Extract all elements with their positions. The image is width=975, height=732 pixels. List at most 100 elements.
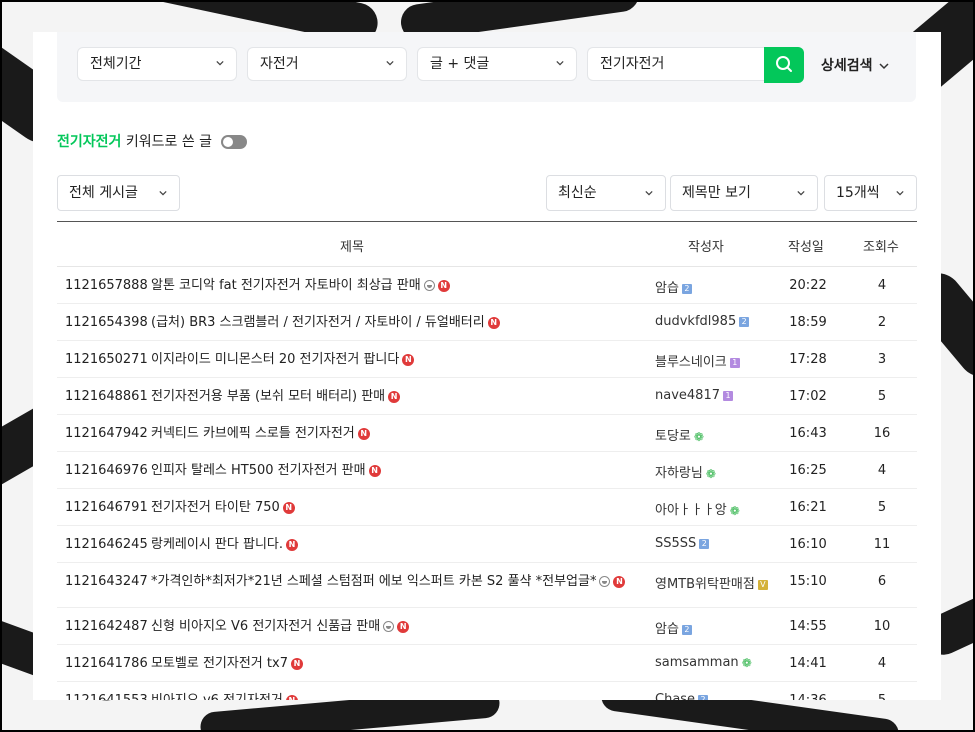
view-count: 4 xyxy=(877,463,887,478)
author-name[interactable]: 토당로 xyxy=(655,429,691,444)
scope-dropdown[interactable]: 글 + 댓글 xyxy=(417,47,577,81)
page-size-dropdown[interactable]: 15개씩 xyxy=(824,175,917,211)
image-attached-icon xyxy=(383,621,395,632)
post-date: 14:36 xyxy=(773,693,843,700)
post-date: 15:10 xyxy=(789,574,827,589)
new-badge-icon: N xyxy=(613,575,626,588)
new-badge-icon: N xyxy=(388,390,401,403)
article-title-link[interactable]: 알톤 코디악 fat 전기자전거 자토바이 최상급 판매 xyxy=(151,278,421,293)
author-name[interactable]: dudvkfdl985 xyxy=(655,314,736,329)
table-row[interactable]: 1121657888 알톤 코디악 fat 전기자전거 자토바이 최상급 판매 N 암… xyxy=(57,267,917,304)
article-title-cell: 비아지오 v6 전기자전거N xyxy=(151,692,645,700)
article-title-link[interactable]: 비아지오 v6 전기자전거 xyxy=(151,693,283,700)
image-attached-icon xyxy=(599,576,611,587)
sort-dropdown[interactable]: 최신순 xyxy=(546,175,666,211)
author-name[interactable]: samsamman xyxy=(655,655,739,670)
table-row[interactable]: 1121643247 *가격인하*최저가*21년 스페셜 스텀점퍼 에보 익스퍼트… xyxy=(57,563,917,608)
author-name[interactable]: Chase xyxy=(655,692,695,700)
author-cell: 아아ㅏㅏㅏ앙 ❁ xyxy=(655,499,740,518)
member-level-icon: 2 xyxy=(739,316,750,327)
author-name[interactable]: SS5SS xyxy=(655,536,696,551)
table-row[interactable]: 1121641786 모토벨로 전기자전거 tx7 Nsamsamman ❁ 14:41… xyxy=(57,645,917,682)
member-level-icon: 1 xyxy=(729,357,740,368)
table-row[interactable]: 1121650271 이지라이드 미니몬스터 20 전기자전거 팝니다 N 블루스네이… xyxy=(57,341,917,378)
new-badge-icon: N xyxy=(286,538,298,551)
board-filter-dropdown[interactable]: 전체 게시글 xyxy=(57,175,180,211)
header-author: 작성자 xyxy=(688,240,724,255)
article-number: 1121646245 xyxy=(65,537,148,552)
author-name[interactable]: 암습 xyxy=(655,622,679,637)
table-row[interactable]: 1121641553비아지오 v6 전기자전거N Chase2 14:36 5 xyxy=(57,682,917,700)
article-title-link[interactable]: 전기자전거 타이탄 750 xyxy=(151,500,280,515)
view-mode-dropdown[interactable]: 제목만 보기 xyxy=(670,175,818,211)
post-date: 20:22 xyxy=(789,278,827,293)
table-row[interactable]: 1121646245 랑케레이시 판다 팝니다. N SS5SS 2 16:10 11 xyxy=(57,526,917,563)
table-row[interactable]: 1121647942 커넥티드 카브에픽 스로틀 전기자전거 N 토당로 ❁ 16:43 1… xyxy=(57,415,917,452)
author-name[interactable]: nave4817 xyxy=(655,388,720,403)
table-row[interactable]: 1121654398 (급처) BR3 스크램블러 / 전기자전거 / 자토바이 … xyxy=(57,304,917,341)
view-count: 16 xyxy=(873,426,891,441)
article-number: 1121647942 xyxy=(65,426,148,441)
new-badge-icon: N xyxy=(402,353,415,366)
search-input[interactable]: 전기자전거 xyxy=(587,47,765,81)
new-badge-icon: N xyxy=(357,427,370,440)
search-button[interactable] xyxy=(764,47,804,83)
article-title-link[interactable]: *가격인하*최저가*21년 스페셜 스텀점퍼 에보 익스퍼트 카본 S2 풀샥 … xyxy=(151,574,596,589)
article-title-link[interactable]: 인피자 탈레스 HT500 전기자전거 판매 xyxy=(151,463,366,478)
article-title-link[interactable]: 커넥티드 카브에픽 스로틀 전기자전거 xyxy=(151,426,355,441)
author-cell: 암습 2 xyxy=(655,618,692,637)
new-badge-icon: N xyxy=(285,694,298,700)
view-count: 4 xyxy=(877,656,887,671)
article-title-cell: 인피자 탈레스 HT500 전기자전거 판매 N xyxy=(151,462,645,479)
table-row[interactable]: 1121646791 전기자전거 타이탄 750 N 아아ㅏㅏㅏ앙 ❁ 16:21 5 xyxy=(57,489,917,526)
article-table: 제목 작성자 작성일 조회수 1121657888 알톤 코디악 fat 전기자전… xyxy=(57,221,917,700)
member-level-icon: 2 xyxy=(699,538,710,549)
view-count: 5 xyxy=(877,389,887,404)
author-cell: 암습 2 xyxy=(655,277,692,296)
advanced-search-toggle[interactable]: 상세검색 xyxy=(821,55,889,75)
post-date: 16:10 xyxy=(789,537,827,552)
view-count: 11 xyxy=(873,537,891,552)
new-badge-icon: N xyxy=(290,657,303,670)
image-attached-icon xyxy=(423,280,435,291)
author-cell: 자하랑님 ❁ xyxy=(655,462,716,481)
sprout-level-icon: ❁ xyxy=(729,503,740,518)
table-row[interactable]: 1121648861 전기자전거용 부품 (보쉬 모터 배터리) 판매 Nnave4… xyxy=(57,378,917,415)
author-name[interactable]: 블루스네이크 xyxy=(655,355,727,370)
article-title-link[interactable]: 이지라이드 미니몬스터 20 전기자전거 팝니다 xyxy=(151,352,399,367)
view-count: 5 xyxy=(877,500,887,515)
view-count: 10 xyxy=(873,619,891,634)
author-name[interactable]: 영MTB위탁판매점 xyxy=(655,577,755,592)
chevron-down-icon xyxy=(386,60,394,66)
author-name[interactable]: 아아ㅏㅏㅏ앙 xyxy=(655,503,727,518)
period-dropdown-label: 전체기간 xyxy=(90,56,142,72)
author-name[interactable]: 자하랑님 xyxy=(655,466,703,481)
chevron-down-icon xyxy=(797,190,805,196)
author-cell: Chase 2 xyxy=(655,692,709,700)
table-row[interactable]: 1121646976 인피자 탈레스 HT500 전기자전거 판매 N 자하랑님 ❁ 16… xyxy=(57,452,917,489)
period-dropdown[interactable]: 전체기간 xyxy=(77,47,237,81)
board-dropdown[interactable]: 자전거 xyxy=(247,47,407,81)
article-title-link[interactable]: (급처) BR3 스크램블러 / 전기자전거 / 자토바이 / 듀얼배터리 xyxy=(151,315,485,330)
article-title-cell: *가격인하*최저가*21년 스페셜 스텀점퍼 에보 익스퍼트 카본 S2 풀샥 … xyxy=(151,573,645,590)
article-title-link[interactable]: 전기자전거용 부품 (보쉬 모터 배터리) 판매 xyxy=(151,389,385,404)
post-date: 18:59 xyxy=(789,315,827,330)
header-date: 작성일 xyxy=(788,240,824,255)
new-badge-icon: N xyxy=(397,620,410,633)
table-row[interactable]: 1121642487 신형 비아지오 V6 전기자전거 신품급 판매 N 암습 2 14:… xyxy=(57,608,917,645)
article-number: 1121646976 xyxy=(65,463,148,478)
article-title-link[interactable]: 신형 비아지오 V6 전기자전거 신품급 판매 xyxy=(151,619,380,634)
author-name[interactable]: 암습 xyxy=(655,281,679,296)
member-level-icon: 1 xyxy=(722,390,733,401)
keyword-filter-toggle[interactable] xyxy=(220,135,247,149)
article-title-link[interactable]: 랑케레이시 판다 팝니다. xyxy=(151,537,283,552)
view-mode-label: 제목만 보기 xyxy=(682,185,751,201)
article-title-cell: (급처) BR3 스크램블러 / 전기자전거 / 자토바이 / 듀얼배터리 N xyxy=(151,314,645,331)
chevron-down-icon xyxy=(216,60,224,66)
post-date: 17:28 xyxy=(789,352,827,367)
article-number: 1121654398 xyxy=(65,315,148,330)
member-level-icon: 2 xyxy=(698,694,709,700)
member-level-icon: 2 xyxy=(681,283,692,294)
table-header: 제목 작성자 작성일 조회수 xyxy=(57,221,917,267)
article-title-link[interactable]: 모토벨로 전기자전거 tx7 xyxy=(151,656,288,671)
